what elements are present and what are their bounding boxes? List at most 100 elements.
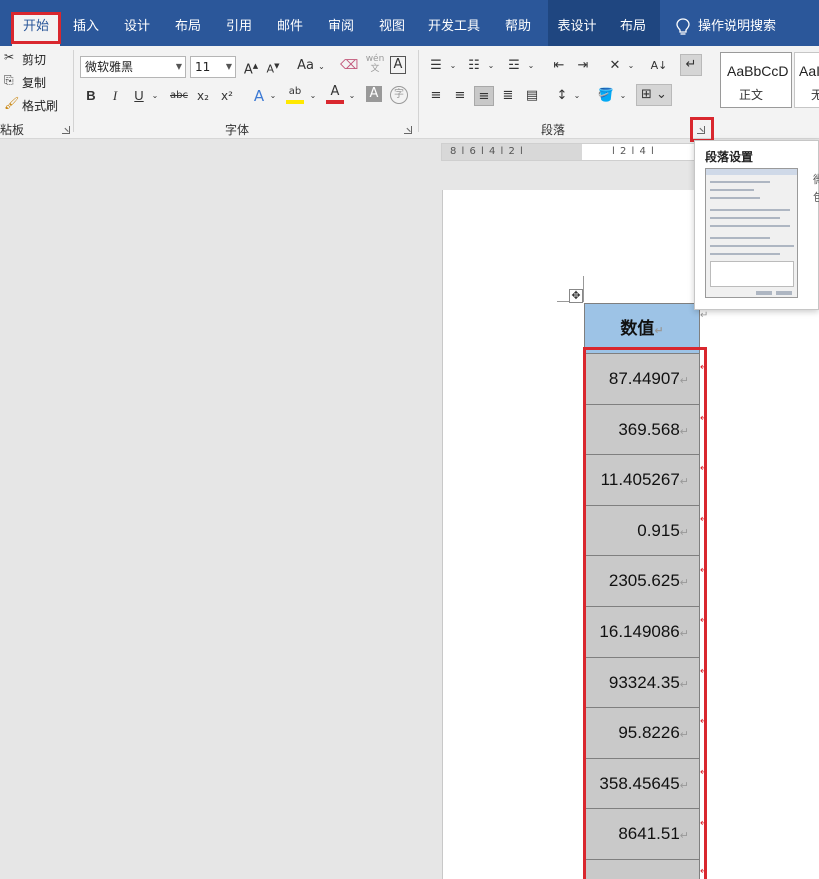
table-move-handle-icon[interactable]: ✥ (569, 289, 583, 303)
style-no-spacing-name: 无 (811, 88, 819, 102)
superscript-button[interactable]: x² (218, 86, 236, 106)
table-row[interactable]: 87.44907↵ (584, 354, 700, 405)
table-row[interactable] (584, 859, 700, 879)
cell-end-mark: ↵ (679, 577, 689, 590)
show-marks-icon[interactable]: ↵ (680, 54, 702, 76)
justify-icon[interactable]: ≣ (498, 86, 518, 106)
paragraph-settings-tooltip: 段落设置 微 包 (694, 140, 819, 310)
tab-table-design[interactable]: 表设计 (548, 0, 606, 46)
style-no-spacing[interactable]: AaI 无 (794, 52, 819, 108)
distributed-icon[interactable]: ▤ (522, 86, 542, 106)
tab-view[interactable]: 视图 (372, 0, 412, 46)
table-row[interactable]: 2305.625↵ (584, 556, 700, 607)
paragraph-dialog-launcher[interactable] (697, 126, 705, 134)
preview-line (710, 181, 770, 183)
chevron-down-icon[interactable]: ⌄ (626, 56, 636, 76)
underline-button[interactable]: U (132, 86, 146, 106)
bold-button[interactable]: B (84, 86, 98, 106)
tab-home[interactable]: 开始 (12, 12, 60, 46)
change-case-button[interactable]: Aa ⌄ (294, 56, 328, 76)
copy-button[interactable]: 复制 (22, 74, 46, 91)
table-header-cell[interactable]: 数值↵ (584, 303, 700, 354)
align-center-icon[interactable]: ≡ (450, 86, 470, 106)
preview-sample-box (710, 261, 794, 287)
chevron-down-icon[interactable]: ⌄ (486, 56, 496, 76)
table-row[interactable]: 358.45645↵ (584, 758, 700, 810)
phonetic-guide-button[interactable]: wén 文 (364, 54, 386, 74)
row-end-mark: ↵ (700, 818, 709, 829)
enclose-char-button[interactable]: 字 (390, 86, 408, 104)
format-painter-button[interactable]: 格式刷 (22, 97, 58, 114)
tab-design[interactable]: 设计 (117, 0, 157, 46)
char-shading-button[interactable]: A (366, 86, 382, 102)
sort-icon[interactable]: A↓ (648, 56, 670, 76)
font-dialog-launcher[interactable] (404, 126, 412, 134)
tab-references[interactable]: 引用 (219, 0, 259, 46)
data-table[interactable]: 数值↵ 87.44907↵ 369.568↵ 11.405267↵ 0.915↵… (584, 303, 700, 879)
cell-end-mark: ↵ (679, 425, 689, 438)
horizontal-ruler[interactable]: 8 l 6 l 4 l 2 l l 2 l 4 l (441, 143, 701, 161)
strikethrough-button[interactable]: abc (168, 86, 190, 106)
style-normal[interactable]: AaBbCcD 正文 (720, 52, 792, 108)
align-left-icon[interactable]: ≡ (426, 86, 446, 106)
chevron-down-icon[interactable]: ⌄ (572, 86, 582, 106)
chevron-down-icon[interactable]: ⌄ (618, 86, 628, 106)
font-name-value: 微软雅黑 (85, 60, 134, 74)
chevron-down-icon[interactable]: ⌄ (347, 86, 357, 106)
chevron-down-icon[interactable]: ⌄ (526, 56, 536, 76)
cell-end-mark: ↵ (679, 729, 689, 742)
table-row[interactable]: 95.8226↵ (584, 708, 700, 759)
tab-help[interactable]: 帮助 (496, 0, 540, 46)
highlight-button[interactable]: ab (286, 84, 304, 104)
line-spacing-icon[interactable]: ↕ (552, 86, 572, 106)
preview-line (710, 253, 780, 255)
grow-font-button[interactable]: A▲ (243, 56, 259, 77)
text-effects-button[interactable]: A (250, 86, 268, 106)
table-row[interactable]: 93324.35↵ (584, 657, 700, 709)
borders-icon[interactable]: ⊞ ⌄ (636, 84, 672, 106)
shading-bucket-icon[interactable]: 🪣 (596, 86, 616, 106)
chevron-down-icon[interactable]: ⌄ (150, 86, 160, 106)
subscript-button[interactable]: x₂ (194, 86, 212, 106)
cell-value: 11.405267 (600, 470, 680, 490)
tab-developer[interactable]: 开发工具 (424, 0, 484, 46)
shrink-font-button[interactable]: A▼ (265, 56, 281, 76)
char-border-button[interactable]: A (390, 56, 406, 74)
cut-button[interactable]: 剪切 (22, 51, 46, 68)
multilevel-list-icon[interactable]: ☲ (504, 56, 524, 76)
table-row[interactable]: 369.568↵ (584, 404, 700, 456)
tab-table-layout[interactable]: 布局 (606, 0, 660, 46)
font-color-button[interactable]: A (326, 84, 344, 104)
row-end-mark: ↵ (700, 565, 709, 576)
chevron-down-icon[interactable]: ⌄ (268, 86, 278, 106)
font-name-combo[interactable]: 微软雅黑 ▼ (80, 56, 186, 78)
table-row[interactable]: 8641.51↵ (584, 809, 700, 860)
clear-format-icon[interactable]: ⌫ (340, 56, 358, 76)
clipboard-dialog-launcher[interactable] (62, 126, 70, 134)
cell-value: 16.149086 (599, 621, 680, 641)
cell-end-mark: ↵ (679, 830, 689, 843)
char-border-label: A (393, 57, 403, 72)
tab-mailings[interactable]: 邮件 (270, 0, 310, 46)
tab-layout[interactable]: 布局 (168, 0, 208, 46)
chevron-down-icon[interactable]: ⌄ (308, 86, 318, 106)
table-row[interactable]: 0.915↵ (584, 505, 700, 557)
align-right-icon[interactable]: ≡ (474, 86, 494, 106)
decrease-indent-icon[interactable]: ⇤ (548, 56, 570, 76)
italic-button[interactable]: I (108, 86, 122, 106)
asian-layout-icon[interactable]: ✕ (604, 56, 626, 76)
tooltip-cut-text: 包 (813, 191, 819, 204)
tab-review[interactable]: 审阅 (321, 0, 361, 46)
increase-indent-icon[interactable]: ⇥ (572, 56, 594, 76)
chevron-down-icon[interactable]: ⌄ (448, 56, 458, 76)
row-end-mark: ↵ (700, 666, 709, 677)
bullets-icon[interactable]: ☰ (426, 56, 446, 76)
search-tell-me[interactable]: 操作说明搜索 (698, 0, 782, 46)
font-size-combo[interactable]: 11 ▼ (190, 56, 236, 78)
numbering-icon[interactable]: ☷ (464, 56, 484, 76)
tab-insert[interactable]: 插入 (66, 0, 106, 46)
table-row[interactable]: 11.405267↵ (584, 455, 700, 506)
lightbulb-icon[interactable] (672, 0, 694, 46)
cell-value: 2305.625 (608, 571, 680, 591)
table-row[interactable]: 16.149086↵ (584, 606, 700, 658)
